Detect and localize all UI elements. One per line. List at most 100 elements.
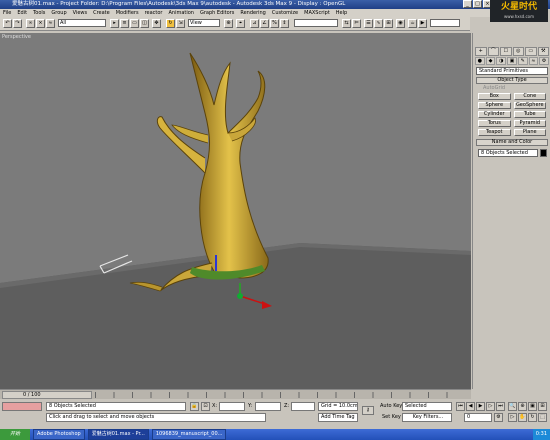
- zoom-icon[interactable]: 🔍: [508, 402, 517, 411]
- name-color-rollout[interactable]: Name and Color: [476, 139, 548, 146]
- mirror-icon[interactable]: ⇆: [342, 19, 351, 28]
- go-to-end-icon[interactable]: ⏭: [496, 402, 505, 411]
- spinner-snap-icon[interactable]: ⇕: [280, 19, 289, 28]
- ref-coord-dropdown[interactable]: View: [188, 19, 220, 27]
- autogrid-checkbox[interactable]: AutoGrid: [483, 85, 505, 91]
- shapes-icon[interactable]: ◆: [485, 57, 496, 65]
- utilities-tab[interactable]: ⚒: [537, 47, 549, 56]
- track-bar[interactable]: [95, 392, 465, 398]
- helpers-icon[interactable]: ✎: [517, 57, 528, 65]
- maximize-button[interactable]: □: [473, 0, 482, 8]
- lights-icon[interactable]: ◑: [496, 57, 507, 65]
- select-and-scale-icon[interactable]: ⇲: [176, 19, 185, 28]
- percent-snap-icon[interactable]: %: [270, 19, 279, 28]
- x-coordinate-field[interactable]: [219, 402, 245, 411]
- cylinder-button[interactable]: Cylinder: [478, 111, 511, 118]
- key-mode-dropdown[interactable]: Selected: [402, 402, 452, 411]
- window-crossing-icon[interactable]: ◫: [140, 19, 149, 28]
- next-frame-icon[interactable]: ▷: [486, 402, 495, 411]
- motion-tab[interactable]: ◎: [512, 47, 524, 56]
- select-object-icon[interactable]: ▸: [110, 19, 119, 28]
- minimize-button[interactable]: _: [463, 0, 472, 8]
- curve-editor-icon[interactable]: ∿: [374, 19, 383, 28]
- time-slider[interactable]: 0 / 100: [2, 391, 92, 399]
- redo-icon[interactable]: ↷: [13, 19, 22, 28]
- schematic-view-icon[interactable]: ⊞: [384, 19, 393, 28]
- maxscript-listener[interactable]: [2, 402, 42, 411]
- bind-spacewarp-icon[interactable]: ≈: [46, 19, 55, 28]
- render-scene-icon[interactable]: ☕: [408, 19, 417, 28]
- field-of-view-icon[interactable]: ▷: [508, 413, 517, 422]
- pan-icon[interactable]: ✋: [518, 413, 527, 422]
- key-icon[interactable]: ⚷: [362, 406, 374, 415]
- auto-key-button[interactable]: Auto Key: [380, 402, 402, 411]
- hierarchy-tab[interactable]: ☐: [500, 47, 512, 56]
- display-tab[interactable]: ▭: [525, 47, 537, 56]
- task-photoshop[interactable]: Adobe Photoshop: [33, 429, 85, 440]
- menu-reactor[interactable]: reactor: [145, 9, 163, 17]
- plane-button[interactable]: Plane: [513, 129, 546, 136]
- cameras-icon[interactable]: ▣: [507, 57, 517, 65]
- selection-filter-dropdown[interactable]: All: [58, 19, 106, 27]
- geosphere-button[interactable]: GeoSphere: [513, 102, 546, 109]
- y-coordinate-field[interactable]: [255, 402, 281, 411]
- maximize-viewport-icon[interactable]: ⬚: [538, 413, 547, 422]
- sphere-button[interactable]: Sphere: [478, 102, 511, 109]
- angle-snap-icon[interactable]: ∠: [260, 19, 269, 28]
- menu-graph-editors[interactable]: Graph Editors: [200, 9, 234, 17]
- lock-selection-icon[interactable]: 🔒: [190, 402, 199, 411]
- render-type-dropdown[interactable]: [430, 19, 460, 27]
- quick-render-icon[interactable]: ▶: [418, 19, 427, 28]
- time-config-icon[interactable]: ⚙: [494, 413, 503, 422]
- perspective-viewport[interactable]: Perspective: [0, 33, 471, 389]
- play-icon[interactable]: ▶: [476, 402, 485, 411]
- menu-customize[interactable]: Customize: [272, 9, 298, 17]
- task-manuscript[interactable]: 1096839_manuscript_00...: [151, 429, 227, 440]
- absolute-mode-icon[interactable]: ⊡: [201, 402, 210, 411]
- menu-maxscript[interactable]: MAXScript: [304, 9, 330, 17]
- go-to-start-icon[interactable]: ⏮: [456, 402, 465, 411]
- current-frame-field[interactable]: 0: [464, 413, 492, 422]
- systems-icon[interactable]: ⚙: [539, 57, 550, 65]
- snap-icon[interactable]: ⊿: [250, 19, 259, 28]
- teapot-button[interactable]: Teapot: [478, 129, 511, 136]
- orbit-icon[interactable]: ↻: [528, 413, 537, 422]
- object-type-rollout[interactable]: Object Type: [476, 77, 548, 84]
- link-icon[interactable]: ∞: [26, 19, 35, 28]
- align-icon[interactable]: ⊨: [352, 19, 361, 28]
- create-tab[interactable]: +: [475, 47, 487, 56]
- rect-selection-icon[interactable]: ▭: [130, 19, 139, 28]
- spacewarps-icon[interactable]: ≈: [528, 57, 539, 65]
- object-name-field[interactable]: 8 Objects Selected: [478, 149, 538, 157]
- select-and-rotate-icon[interactable]: ↻: [166, 19, 175, 28]
- menu-rendering[interactable]: Rendering: [240, 9, 266, 17]
- modify-tab[interactable]: ⌒: [487, 47, 499, 56]
- task-3dsmax[interactable]: 爱魅古树01.max - Pr...: [87, 429, 149, 440]
- zoom-extents-all-icon[interactable]: ⊞: [538, 402, 547, 411]
- unlink-icon[interactable]: ⨯: [36, 19, 45, 28]
- zoom-all-icon[interactable]: ⊕: [518, 402, 527, 411]
- select-by-name-icon[interactable]: ≡: [120, 19, 129, 28]
- select-and-move-icon[interactable]: ✥: [152, 19, 161, 28]
- menu-views[interactable]: Views: [73, 9, 87, 17]
- cone-button[interactable]: Cone: [513, 93, 546, 100]
- z-coordinate-field[interactable]: [291, 402, 315, 411]
- tube-button[interactable]: Tube: [513, 111, 546, 118]
- menu-edit[interactable]: Edit: [17, 9, 27, 17]
- named-selection-dropdown[interactable]: [294, 19, 338, 27]
- primitive-type-dropdown[interactable]: Standard Primitives: [476, 67, 548, 75]
- menu-tools[interactable]: Tools: [33, 9, 45, 17]
- menu-file[interactable]: File: [3, 9, 11, 17]
- key-filters-button[interactable]: Key Filters...: [402, 413, 452, 422]
- menu-help[interactable]: Help: [336, 9, 347, 17]
- layer-manager-icon[interactable]: ☰: [364, 19, 373, 28]
- manipulate-icon[interactable]: ⌖: [236, 19, 245, 28]
- object-color-swatch[interactable]: [540, 149, 547, 157]
- box-button[interactable]: Box: [478, 93, 511, 100]
- undo-icon[interactable]: ↶: [3, 19, 12, 28]
- add-time-tag[interactable]: Add Time Tag: [318, 413, 358, 422]
- menu-create[interactable]: Create: [93, 9, 110, 17]
- menu-group[interactable]: Group: [51, 9, 66, 17]
- previous-frame-icon[interactable]: ◀: [466, 402, 475, 411]
- start-button[interactable]: 开始: [0, 429, 30, 440]
